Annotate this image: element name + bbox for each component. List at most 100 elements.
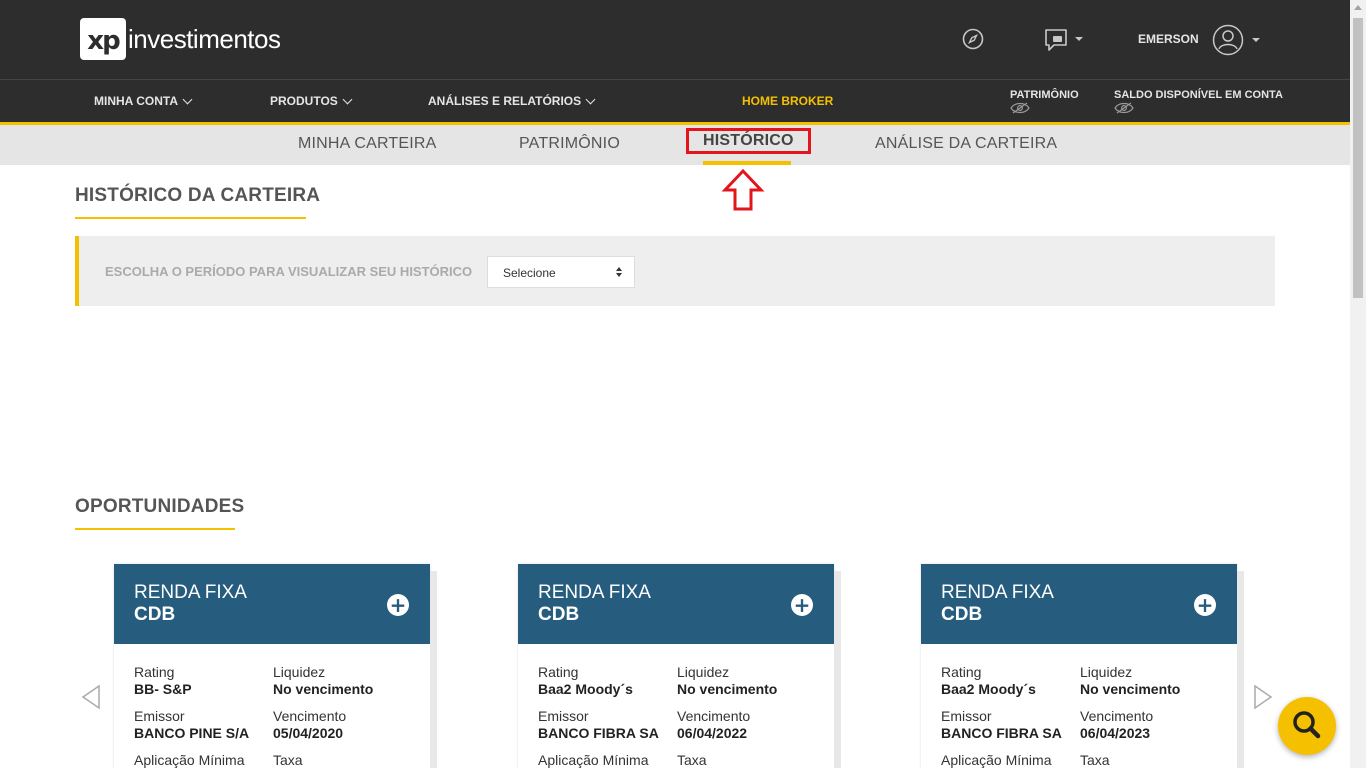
- xp-chat-icon[interactable]: [1044, 28, 1070, 52]
- field-value: No vencimento: [1080, 681, 1181, 697]
- field-value: Baa2 Moody´s: [941, 681, 1036, 697]
- opportunity-card[interactable]: RENDA FIXA CDB + Rating Baa2 Moody´s Liq…: [921, 564, 1237, 768]
- field-label: Liquidez: [677, 664, 730, 680]
- opportunity-card[interactable]: RENDA FIXA CDB + Rating Baa2 Moody´s Liq…: [518, 564, 834, 768]
- user-name[interactable]: EMERSON: [1138, 32, 1199, 46]
- history-title-text: HISTÓRICO DA CARTEIRA: [75, 185, 321, 206]
- card-body: Rating Baa2 Moody´s Liquidez No vencimen…: [518, 644, 834, 768]
- title-underline: [75, 528, 235, 530]
- patrimonio-label: PATRIMÔNIO: [1010, 89, 1079, 101]
- eye-hidden-icon[interactable]: [1010, 102, 1030, 114]
- field-value: BANCO PINE S/A: [134, 725, 250, 741]
- card-vencimento: Vencimento 06/04/2023: [1080, 708, 1153, 741]
- field-label: Rating: [941, 664, 982, 680]
- field-label: Emissor: [941, 708, 992, 724]
- card-emissor: Emissor BANCO FIBRA SA: [538, 708, 659, 741]
- plus-icon[interactable]: +: [1194, 594, 1216, 616]
- saldo-label: SALDO DISPONÍVEL EM CONTA: [1114, 89, 1283, 101]
- card-header: RENDA FIXA CDB +: [921, 564, 1237, 644]
- field-value: No vencimento: [677, 681, 778, 697]
- card-subtype: CDB: [134, 604, 176, 625]
- title-underline: [75, 217, 306, 219]
- field-label: Emissor: [538, 708, 589, 724]
- tab-patrimonio[interactable]: PATRIMÔNIO: [519, 135, 620, 153]
- field-label: Vencimento: [677, 708, 751, 724]
- chevron-down-icon: [585, 94, 596, 104]
- logo-text: investimentos: [128, 23, 281, 54]
- card-vencimento: Vencimento 05/04/2020: [273, 708, 346, 741]
- card-liquidez: Liquidez No vencimento: [273, 664, 373, 697]
- period-filter-label: ESCOLHA O PERÍODO PARA VISUALIZAR SEU HI…: [105, 264, 473, 279]
- card-rating: Rating BB- S&P: [134, 664, 192, 697]
- nav-analises-relatorios[interactable]: ANÁLISES E RELATÓRIOS: [428, 94, 596, 108]
- user-caret-icon[interactable]: [1252, 38, 1260, 42]
- tab-historico[interactable]: HISTÓRICO: [686, 128, 811, 154]
- card-subtype: CDB: [941, 604, 983, 625]
- field-value: 05/04/2020: [273, 725, 344, 741]
- field-value: BANCO FIBRA SA: [538, 725, 659, 741]
- plus-icon[interactable]: +: [791, 594, 813, 616]
- field-label: Taxa: [1080, 752, 1110, 768]
- card-aplicacao-minima: Aplicação Mínima: [134, 752, 245, 768]
- field-label: Emissor: [134, 708, 185, 724]
- carousel-next-icon[interactable]: [1252, 684, 1274, 710]
- portfolio-tabs: MINHA CARTEIRA PATRIMÔNIO HISTÓRICO ANÁL…: [0, 125, 1350, 165]
- field-label: Rating: [134, 664, 175, 680]
- nav-produtos[interactable]: PRODUTOS: [270, 94, 353, 108]
- chevron-down-icon: [182, 94, 193, 104]
- field-label: Aplicação Mínima: [134, 752, 245, 768]
- carousel-prev-icon[interactable]: [80, 684, 102, 710]
- field-label: Aplicação Mínima: [941, 752, 1052, 768]
- plus-icon[interactable]: +: [387, 594, 409, 616]
- active-tab-underline: [703, 161, 791, 165]
- card-header: RENDA FIXA CDB +: [518, 564, 834, 644]
- period-filter: ESCOLHA O PERÍODO PARA VISUALIZAR SEU HI…: [75, 236, 1275, 306]
- card-emissor: Emissor BANCO FIBRA SA: [941, 708, 1062, 741]
- user-avatar-icon[interactable]: [1212, 24, 1244, 56]
- xp-logo[interactable]: xp investimentos: [80, 18, 281, 60]
- field-label: Rating: [538, 664, 579, 680]
- field-value: Baa2 Moody´s: [538, 681, 633, 697]
- eye-hidden-icon[interactable]: [1114, 102, 1134, 114]
- card-type: RENDA FIXA: [538, 582, 651, 603]
- field-value: BB- S&P: [134, 681, 192, 697]
- field-value: 06/04/2023: [1080, 725, 1151, 741]
- chevron-down-icon: [342, 94, 353, 104]
- history-title: HISTÓRICO DA CARTEIRA: [75, 185, 321, 219]
- field-label: Taxa: [273, 752, 303, 768]
- card-liquidez: Liquidez No vencimento: [677, 664, 777, 697]
- card-taxa: Taxa: [273, 752, 303, 768]
- card-body: Rating BB- S&P Liquidez No vencimento Em…: [114, 644, 430, 768]
- main-nav: MINHA CONTA PRODUTOS ANÁLISES E RELATÓRI…: [0, 79, 1350, 125]
- scroll-up-icon[interactable]: [1354, 5, 1362, 10]
- search-icon: [1293, 711, 1321, 739]
- field-label: Aplicação Mínima: [538, 752, 649, 768]
- card-subtype: CDB: [538, 604, 580, 625]
- nav-minha-conta[interactable]: MINHA CONTA: [94, 94, 193, 108]
- card-rating: Rating Baa2 Moody´s: [941, 664, 1036, 697]
- card-aplicacao-minima: Aplicação Mínima: [538, 752, 649, 768]
- field-value: 06/04/2022: [677, 725, 748, 741]
- card-type: RENDA FIXA: [134, 582, 247, 603]
- patrimonio-stat[interactable]: PATRIMÔNIO: [1010, 89, 1079, 114]
- nav-label: ANÁLISES E RELATÓRIOS: [428, 94, 582, 108]
- card-header: RENDA FIXA CDB +: [114, 564, 430, 644]
- top-header: xp investimentos EMERSON: [0, 0, 1350, 79]
- field-label: Taxa: [677, 752, 707, 768]
- chat-caret-icon[interactable]: [1075, 37, 1083, 41]
- period-select[interactable]: Selecione: [487, 256, 635, 288]
- page-scrollbar[interactable]: [1350, 0, 1366, 768]
- period-select-value: Selecione: [503, 266, 556, 280]
- tab-analise-carteira[interactable]: ANÁLISE DA CARTEIRA: [875, 135, 1057, 153]
- nav-label: MINHA CONTA: [94, 94, 178, 108]
- scroll-thumb[interactable]: [1353, 18, 1363, 298]
- saldo-stat[interactable]: SALDO DISPONÍVEL EM CONTA: [1114, 89, 1283, 114]
- card-emissor: Emissor BANCO PINE S/A: [134, 708, 249, 741]
- compass-icon[interactable]: [962, 28, 984, 50]
- card-liquidez: Liquidez No vencimento: [1080, 664, 1180, 697]
- opportunity-card[interactable]: RENDA FIXA CDB + Rating BB- S&P Liquidez…: [114, 564, 430, 768]
- tab-minha-carteira[interactable]: MINHA CARTEIRA: [298, 135, 437, 153]
- logo-mark: xp: [80, 18, 126, 60]
- search-fab-button[interactable]: [1278, 697, 1336, 755]
- nav-home-broker[interactable]: HOME BROKER: [742, 94, 833, 108]
